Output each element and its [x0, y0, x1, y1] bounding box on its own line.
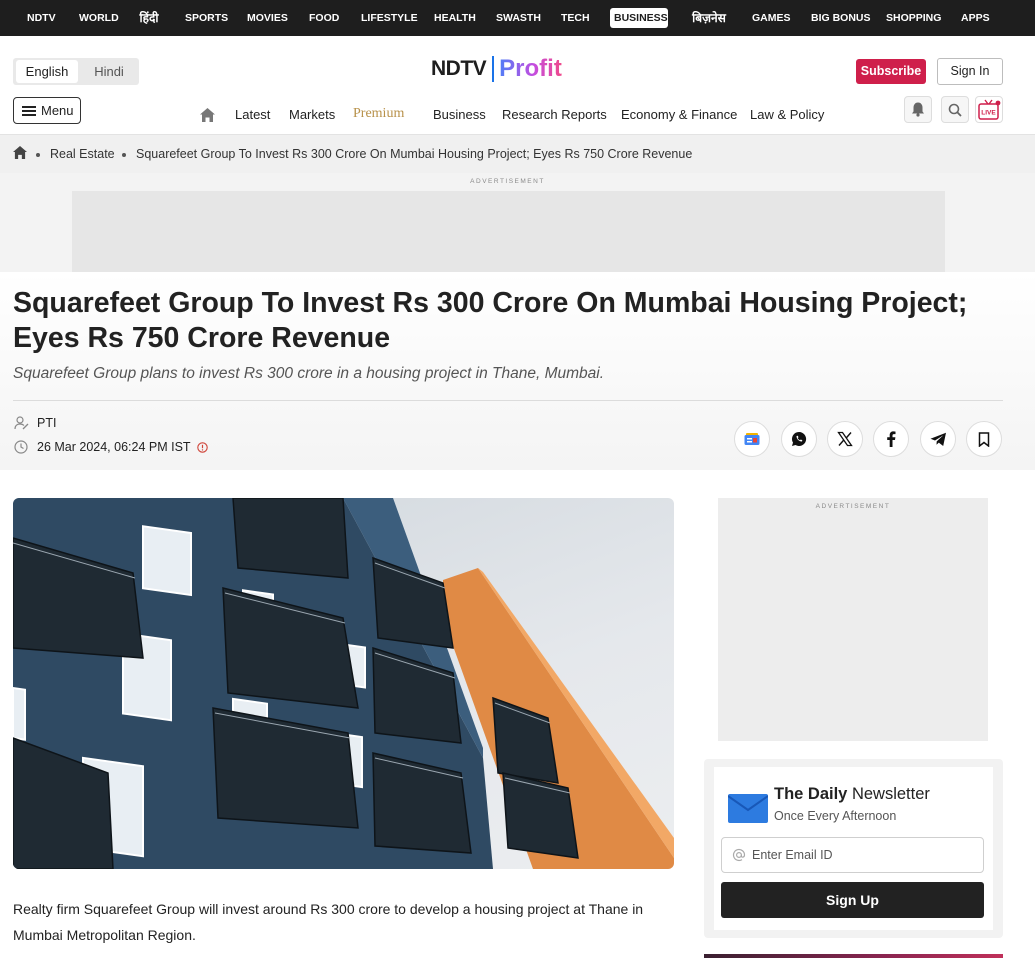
telegram-icon	[930, 432, 946, 446]
top-ad-label: ADVERTISEMENT	[470, 178, 545, 185]
bookmark-icon	[978, 431, 990, 447]
logo-ndtv: NDTV	[431, 57, 487, 80]
sidebar-ad-label: ADVERTISEMENT	[815, 503, 891, 510]
network-nav-sports[interactable]: SPORTS	[185, 0, 228, 36]
bookmark-button[interactable]	[966, 421, 1002, 457]
network-nav-health[interactable]: HEALTH	[434, 0, 476, 36]
share-whatsapp-button[interactable]	[781, 421, 817, 457]
newsletter-title-rest: Newsletter	[851, 785, 930, 803]
live-tv-button[interactable]: LIVE	[975, 96, 1003, 123]
whatsapp-icon	[792, 431, 807, 446]
headline-divider	[13, 400, 1003, 401]
breadcrumb-separator	[122, 153, 126, 157]
site-logo[interactable]: NDTV Profit	[431, 54, 562, 84]
newsletter-signup-button[interactable]: Sign Up	[721, 882, 984, 918]
nav-research-reports[interactable]: Research Reports	[502, 107, 607, 122]
bell-icon	[912, 102, 924, 117]
nav-business[interactable]: Business	[433, 107, 486, 122]
top-ad-slot[interactable]	[72, 191, 945, 272]
live-tv-icon: LIVE	[978, 99, 1001, 120]
facebook-icon	[887, 431, 896, 447]
network-nav-shopping[interactable]: SHOPPING	[886, 0, 941, 36]
at-icon	[732, 848, 746, 862]
logo-divider	[492, 56, 495, 82]
network-nav-apps[interactable]: APPS	[961, 0, 990, 36]
nav-markets[interactable]: Markets	[289, 107, 335, 122]
article-hero-image	[13, 498, 674, 869]
nav-economy-finance[interactable]: Economy & Finance	[621, 107, 737, 122]
nav-latest[interactable]: Latest	[235, 107, 270, 122]
x-icon	[837, 431, 853, 447]
mail-icon	[728, 794, 768, 823]
share-telegram-button[interactable]	[920, 421, 956, 457]
share-google-news-button[interactable]	[734, 421, 770, 457]
publish-date: 26 Mar 2024, 06:24 PM IST	[37, 440, 191, 454]
notifications-button[interactable]	[904, 96, 932, 123]
newsletter-email-field[interactable]	[721, 837, 984, 873]
newsletter-title: The Daily Newsletter	[774, 785, 930, 804]
network-nav-big-bonus[interactable]: BIG BONUS	[811, 0, 871, 36]
breadcrumb-real-estate[interactable]: Real Estate	[50, 147, 115, 161]
author-name[interactable]: PTI	[37, 416, 56, 430]
clock-icon	[13, 439, 29, 455]
author-icon	[13, 415, 29, 431]
info-icon[interactable]	[196, 441, 208, 453]
language-toggle: English Hindi	[13, 58, 139, 85]
network-nav-food[interactable]: FOOD	[309, 0, 339, 36]
breadcrumb-current: Squarefeet Group To Invest Rs 300 Crore …	[136, 147, 693, 161]
signin-button[interactable]: Sign In	[937, 58, 1003, 85]
newsletter-subtitle: Once Every Afternoon	[774, 809, 897, 823]
logo-profit: Profit	[499, 55, 562, 82]
menu-label: Menu	[41, 103, 74, 118]
timestamp-row: 26 Mar 2024, 06:24 PM IST	[13, 439, 208, 455]
hamburger-icon	[22, 105, 36, 116]
home-icon[interactable]	[200, 108, 215, 122]
search-icon	[948, 103, 962, 117]
article-body-paragraph: Realty firm Squarefeet Group will invest…	[13, 901, 644, 943]
nav-premium[interactable]: Premium	[353, 106, 404, 122]
share-x-button[interactable]	[827, 421, 863, 457]
article-headline: Squarefeet Group To Invest Rs 300 Crore …	[13, 287, 968, 354]
newsletter-title-bold: The Daily	[774, 785, 848, 803]
newsletter-card: The Daily Newsletter Once Every Afternoo…	[704, 759, 1003, 938]
google-news-icon	[744, 433, 760, 445]
network-nav-hindi[interactable]: हिंदी	[137, 0, 161, 36]
network-nav-business-hindi[interactable]: बिज़नेस	[690, 0, 728, 36]
breadcrumb: Real Estate Squarefeet Group To Invest R…	[0, 135, 1035, 173]
newsletter-email-input[interactable]	[752, 848, 972, 862]
article-subheadline: Squarefeet Group plans to invest Rs 300 …	[13, 365, 605, 382]
live-label: LIVE	[981, 109, 996, 116]
network-nav-movies[interactable]: MOVIES	[247, 0, 288, 36]
menu-button[interactable]: Menu	[13, 97, 81, 124]
language-hindi[interactable]: Hindi	[81, 60, 137, 83]
nav-law-policy[interactable]: Law & Policy	[750, 107, 824, 122]
language-english[interactable]: English	[16, 60, 78, 83]
network-nav-bar: NDTV WORLD हिंदी SPORTS MOVIES FOOD LIFE…	[0, 0, 1035, 36]
sidebar-ad-slot[interactable]	[718, 498, 988, 741]
network-nav-tech[interactable]: TECH	[561, 0, 590, 36]
breadcrumb-home-icon[interactable]	[13, 146, 27, 159]
author-row: PTI	[13, 415, 56, 431]
sidebar-next-card	[704, 954, 1003, 958]
network-nav-business[interactable]: BUSINESS	[610, 8, 668, 28]
network-nav-world[interactable]: WORLD	[79, 0, 119, 36]
building-illustration	[13, 498, 674, 869]
share-facebook-button[interactable]	[873, 421, 909, 457]
network-nav-lifestyle[interactable]: LIFESTYLE	[361, 0, 418, 36]
search-button[interactable]	[941, 96, 969, 123]
subscribe-button[interactable]: Subscribe	[856, 59, 926, 84]
network-nav-swasth[interactable]: SWASTH	[496, 0, 541, 36]
network-nav-ndtv[interactable]: NDTV	[27, 0, 56, 36]
breadcrumb-separator	[36, 153, 40, 157]
network-nav-games[interactable]: GAMES	[752, 0, 791, 36]
